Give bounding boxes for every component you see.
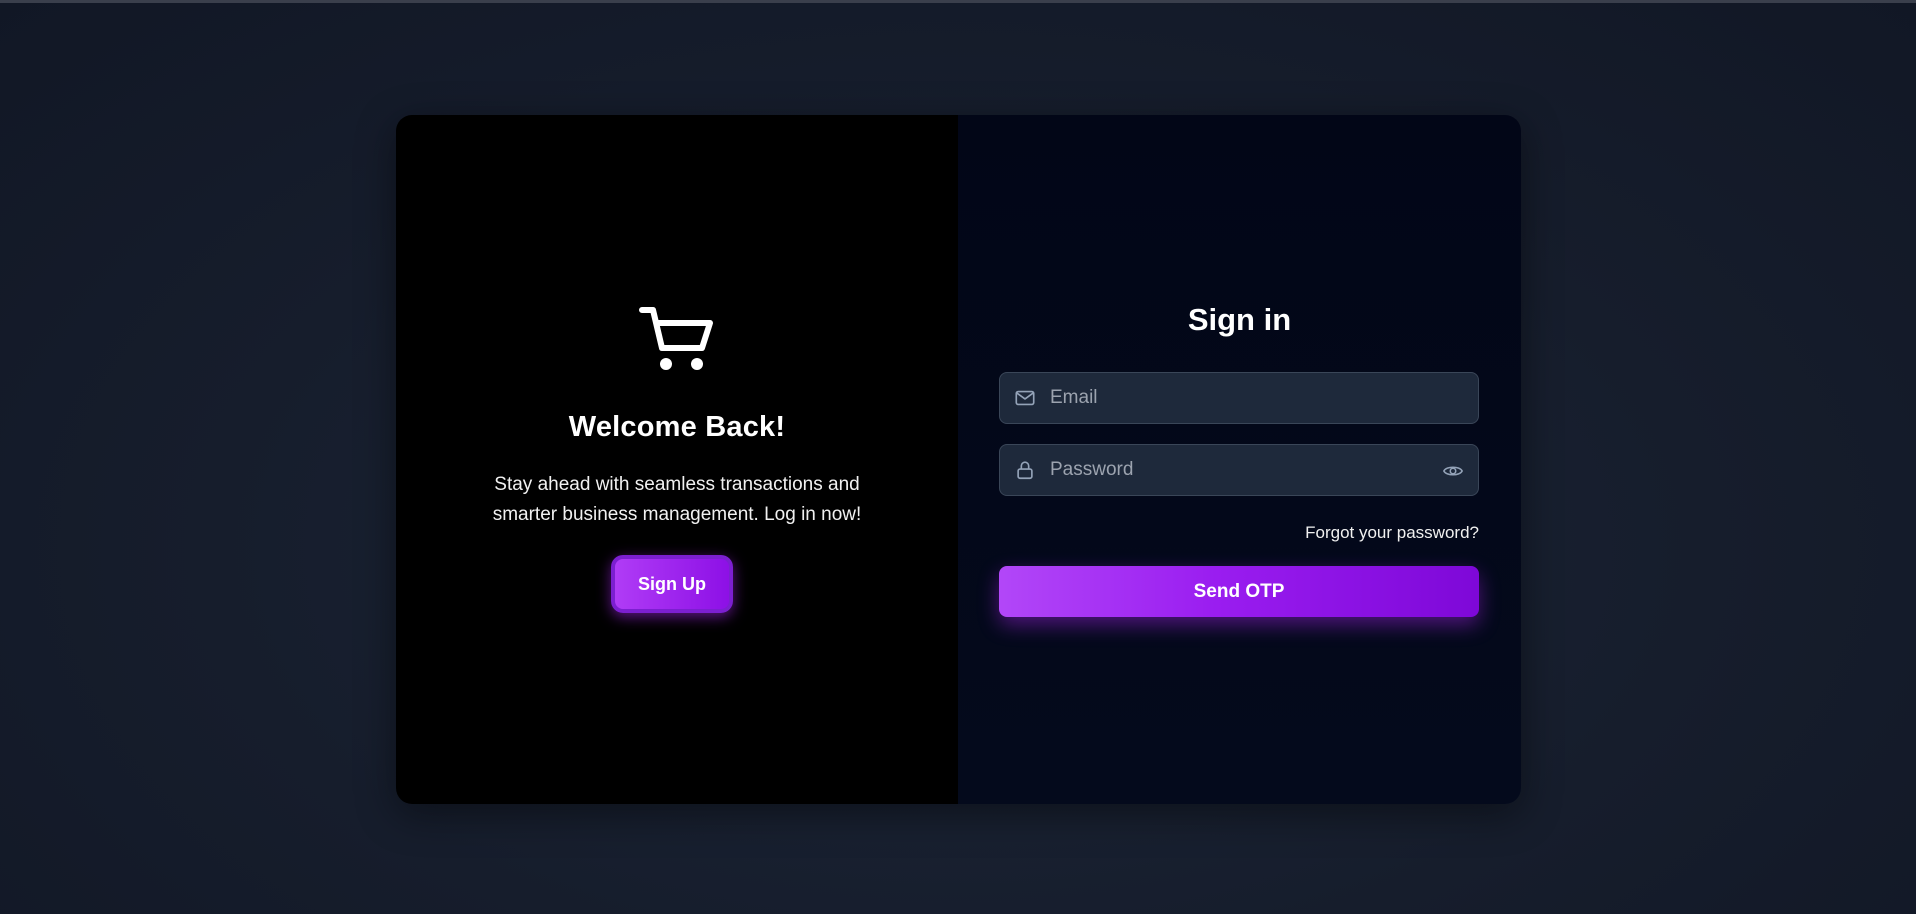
top-edge-bar: [0, 0, 1916, 3]
shopping-cart-icon: [639, 307, 713, 370]
sign-up-button[interactable]: Sign Up: [611, 555, 733, 613]
welcome-title: Welcome Back!: [568, 411, 786, 443]
mail-icon: [1015, 390, 1035, 406]
lock-icon: [1017, 461, 1033, 480]
welcome-subtitle: Stay ahead with seamless transactions an…: [492, 474, 862, 525]
send-otp-button[interactable]: Send OTP: [999, 566, 1479, 617]
forgot-password-link[interactable]: Forgot your password?: [1305, 523, 1479, 543]
email-input[interactable]: [1050, 373, 1430, 423]
email-field[interactable]: [999, 372, 1479, 424]
sign-in-panel: Sign in Forgot your password? Send OTP: [958, 115, 1521, 804]
sign-in-title: Sign in: [1187, 302, 1292, 337]
eye-icon[interactable]: [1442, 460, 1464, 482]
welcome-panel: Welcome Back! Stay ahead with seamless t…: [396, 115, 958, 804]
login-card: Welcome Back! Stay ahead with seamless t…: [396, 115, 1521, 804]
password-input[interactable]: [1050, 445, 1430, 495]
password-field[interactable]: [999, 444, 1479, 496]
